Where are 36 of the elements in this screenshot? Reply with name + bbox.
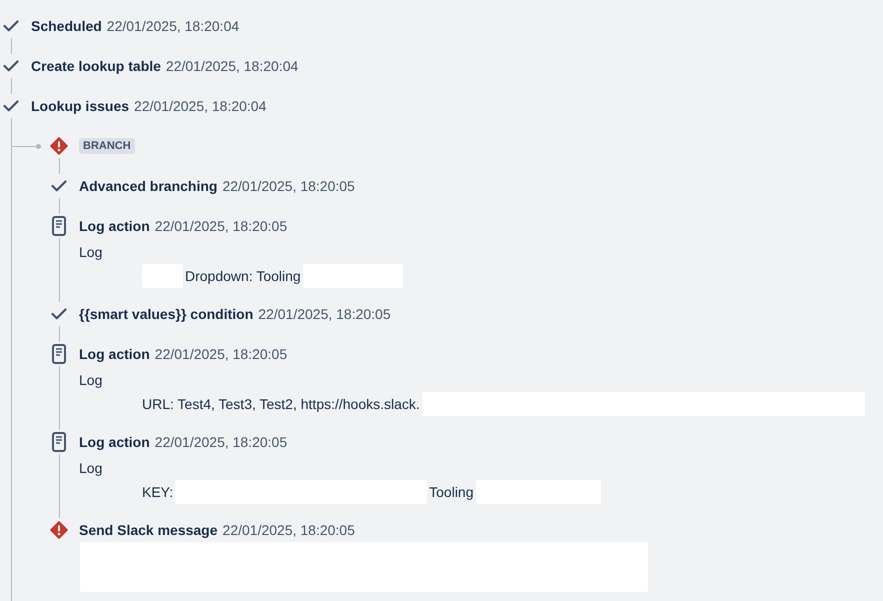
error-icon: [50, 521, 68, 539]
step-title: Advanced branching: [79, 176, 218, 196]
step-time: 22/01/2025, 18:20:04: [134, 96, 266, 116]
step-time: 22/01/2025, 18:20:05: [222, 176, 355, 196]
check-icon: [51, 308, 67, 320]
document-icon: [52, 216, 66, 236]
step-time: 22/01/2025, 18:20:05: [154, 344, 288, 364]
step-time: 22/01/2025, 18:20:05: [154, 216, 288, 236]
step-title: Scheduled: [31, 16, 102, 36]
step-title: Create lookup table: [31, 56, 161, 76]
step-title: {{smart values}} condition: [79, 304, 254, 324]
check-icon: [3, 100, 19, 112]
step-title: Log action: [79, 344, 150, 364]
step-title: Send Slack message: [79, 520, 218, 540]
log-text: KEY:: [142, 482, 174, 502]
check-icon: [51, 180, 67, 192]
step-time: 22/01/2025, 18:20:04: [166, 56, 298, 76]
error-icon: [50, 137, 68, 155]
document-icon: [52, 344, 66, 364]
log-label: Log: [79, 243, 102, 262]
step-title: Log action: [79, 216, 150, 236]
log-label: Log: [79, 371, 102, 390]
log-label: Log: [79, 459, 102, 478]
branch-tag: BRANCH: [79, 138, 135, 154]
step-time: 22/01/2025, 18:20:04: [106, 16, 240, 36]
check-icon: [3, 60, 19, 72]
log-text: URL: Test4, Test3, Test2, https://hooks.slack.: [142, 394, 420, 414]
log-text: Tooling: [429, 482, 474, 502]
step-time: 22/01/2025, 18:20:05: [258, 304, 391, 324]
log-text: Dropdown: Tooling: [185, 266, 301, 286]
step-time: 22/01/2025, 18:20:05: [222, 520, 355, 540]
step-title: Lookup issues: [31, 96, 130, 116]
step-title: Log action: [79, 432, 150, 452]
check-icon: [3, 20, 19, 32]
document-icon: [52, 432, 66, 452]
step-time: 22/01/2025, 18:20:05: [154, 432, 288, 452]
